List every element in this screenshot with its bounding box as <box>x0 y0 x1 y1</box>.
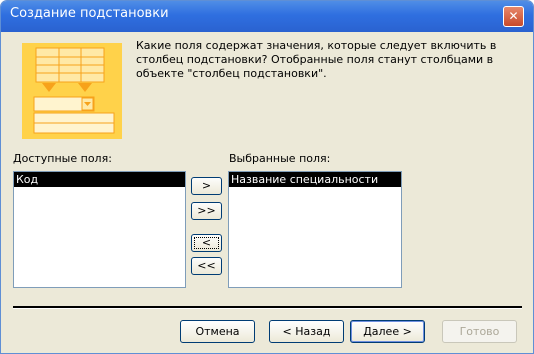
remove-field-button[interactable]: < <box>191 234 222 252</box>
lookup-table-icon <box>22 43 122 139</box>
list-item[interactable]: Название специальности <box>229 172 401 187</box>
close-icon: ✕ <box>508 9 519 23</box>
available-fields-list[interactable]: Код <box>13 171 186 288</box>
back-button[interactable]: < Назад <box>269 320 344 343</box>
add-all-fields-button[interactable]: >> <box>191 202 222 220</box>
available-fields-label: Доступные поля: <box>13 152 112 165</box>
remove-all-fields-button[interactable]: << <box>191 257 222 275</box>
title-bar[interactable]: Создание подстановки ✕ <box>1 1 533 32</box>
dialog-window: Создание подстановки ✕ Какие поля содерж… <box>0 0 534 354</box>
selected-fields-list[interactable]: Название специальности <box>228 171 402 288</box>
list-item[interactable]: Код <box>14 172 185 187</box>
cancel-button[interactable]: Отмена <box>180 320 255 343</box>
wizard-description: Какие поля содержат значения, которые сл… <box>136 39 497 80</box>
selected-fields-label: Выбранные поля: <box>229 152 331 165</box>
wizard-illustration <box>22 43 122 139</box>
add-field-button[interactable]: > <box>191 177 222 195</box>
window-title: Создание подстановки <box>10 6 169 21</box>
footer-divider <box>13 306 522 309</box>
close-button[interactable]: ✕ <box>503 6 524 27</box>
next-button[interactable]: Далее > <box>350 320 425 343</box>
finish-button[interactable]: Готово <box>442 320 517 343</box>
